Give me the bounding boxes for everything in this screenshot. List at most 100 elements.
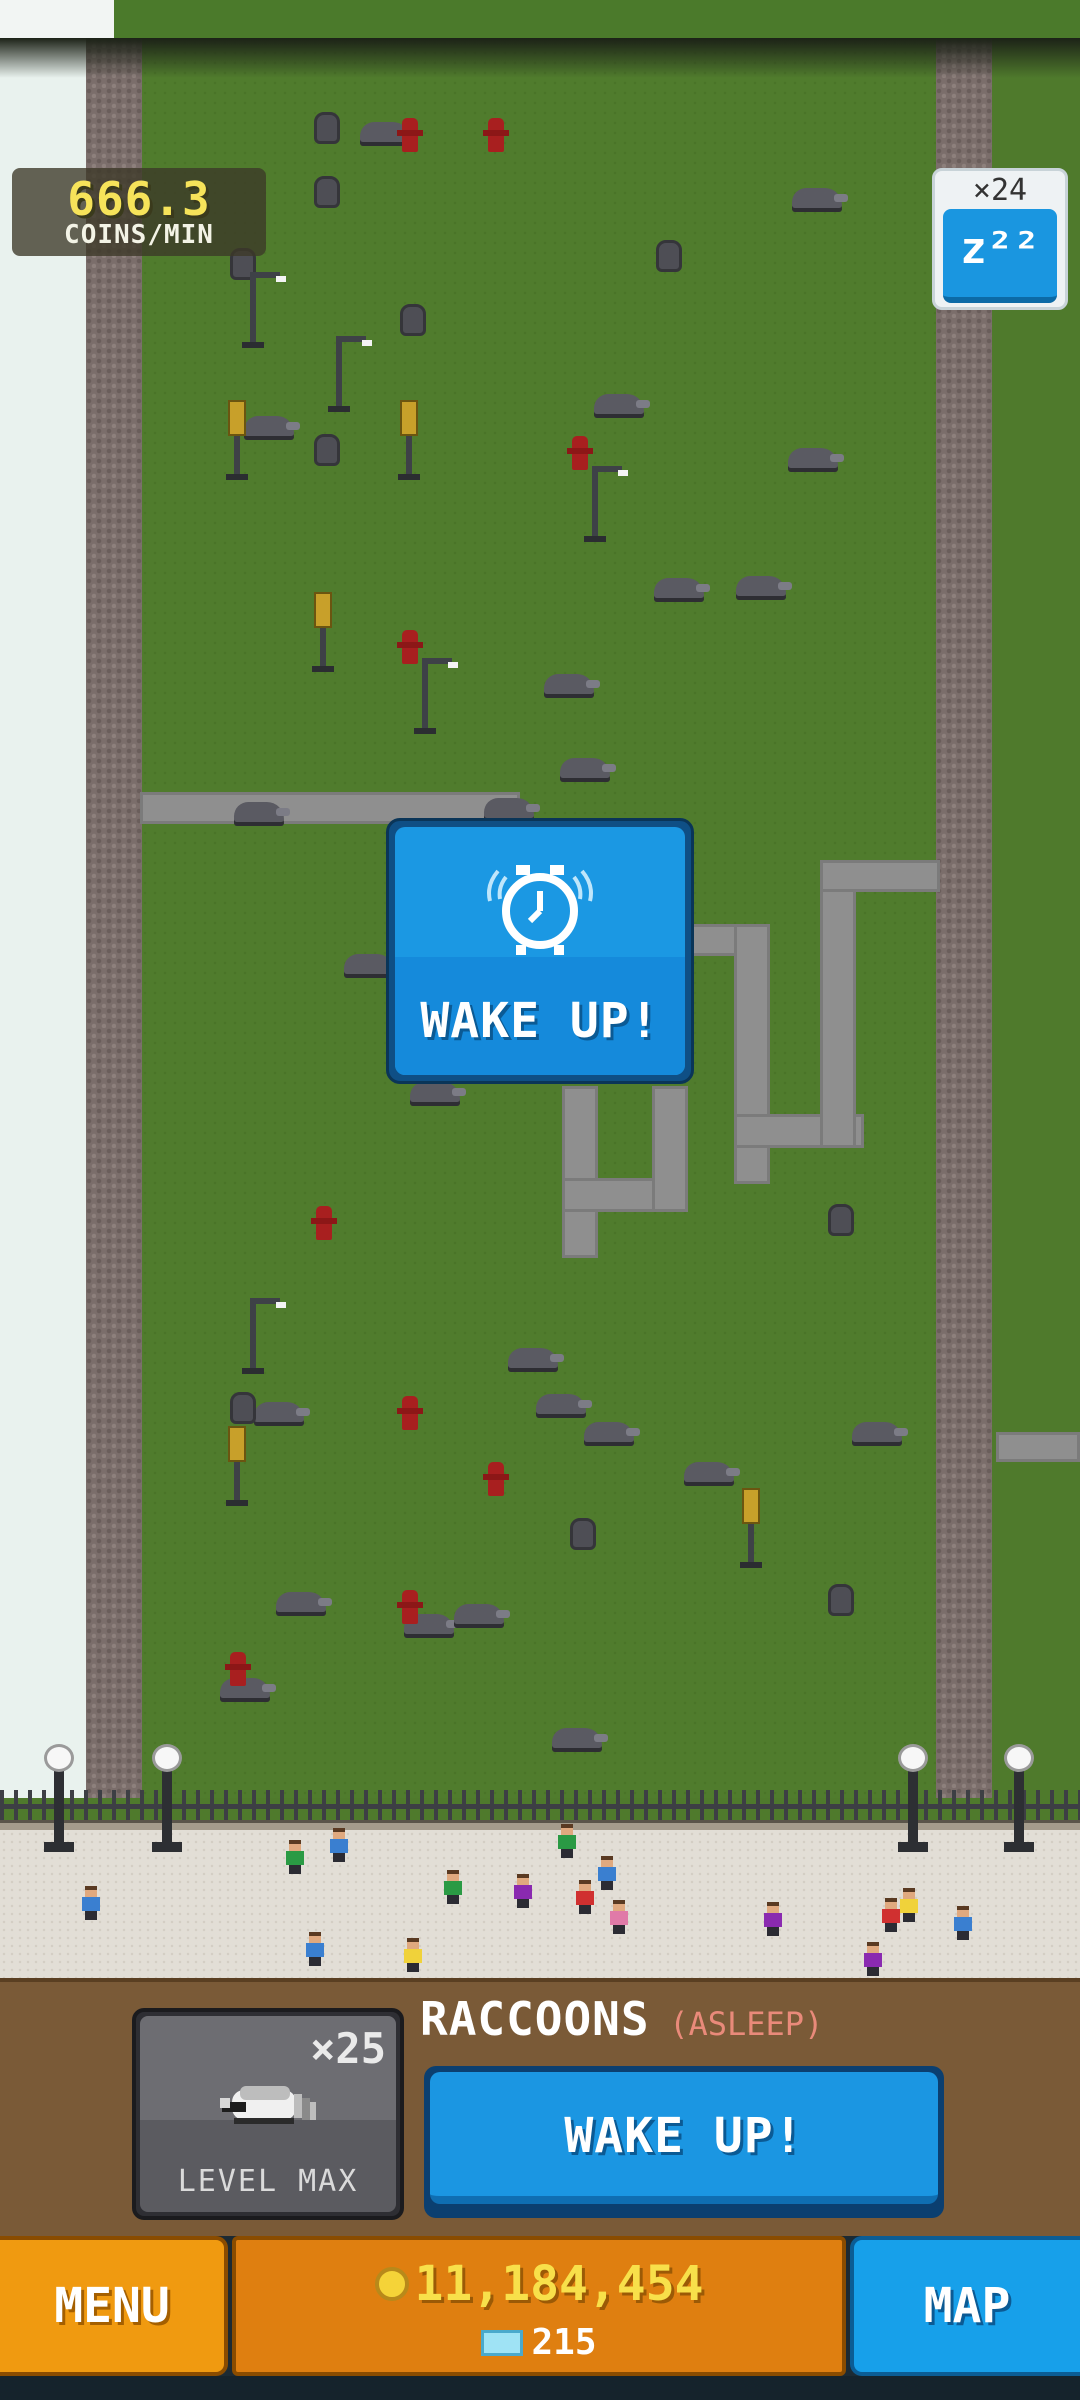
traffic-light [740, 1488, 762, 1568]
raccoon-sprite[interactable] [584, 1422, 640, 1442]
raccoon-sprite[interactable] [276, 1592, 332, 1612]
sidewalk [0, 1830, 1080, 1978]
raccoon-sprite[interactable] [654, 578, 710, 598]
traffic-light [398, 400, 420, 480]
raccoon-sprite[interactable] [410, 1082, 466, 1102]
map-button[interactable]: MAP [850, 2236, 1080, 2376]
pedestrian [306, 1932, 324, 1966]
pedestrian [598, 1856, 616, 1890]
raccoon-sprite[interactable] [684, 1462, 740, 1482]
sleeping-count: ×24 [972, 173, 1028, 208]
street-lamp [898, 1744, 928, 1852]
raccoon-sprite[interactable] [788, 448, 844, 468]
sleeping-animals-badge[interactable]: ×24 z²² [932, 168, 1068, 310]
pedestrian [882, 1898, 900, 1932]
pedestrian [444, 1870, 462, 1904]
animal-name: RACCOONS [420, 1992, 650, 2046]
lamp-post [242, 1298, 286, 1374]
trash-can [314, 176, 340, 208]
gems-value: 215 [531, 2322, 597, 2363]
pedestrian [558, 1824, 576, 1858]
traffic-light [312, 592, 334, 672]
traffic-light [226, 1426, 248, 1506]
park-path [996, 1432, 1080, 1462]
raccoon-sprite[interactable] [454, 1604, 510, 1624]
stone-wall-left [86, 38, 142, 1798]
alarm-clock-icon [487, 865, 593, 955]
lamp-post [584, 466, 628, 542]
raccoon-sprite[interactable] [508, 1348, 564, 1368]
pedestrian [864, 1942, 882, 1976]
trash-can [656, 240, 682, 272]
menu-button[interactable]: MENU [0, 2236, 228, 2376]
animal-card[interactable]: ×25 LEVEL MAX [132, 2008, 404, 2220]
raccoon-sprite[interactable] [852, 1422, 908, 1442]
map-button-label: MAP [923, 2278, 1011, 2334]
raccoon-sprite[interactable] [736, 576, 792, 596]
coins-per-min-label: COINS/MIN [64, 220, 214, 250]
pedestrian [514, 1874, 532, 1908]
fire-hydrant [397, 118, 423, 152]
park-path [820, 860, 856, 1148]
coins-value: 11,184,454 [414, 2256, 704, 2312]
menu-button-label: MENU [54, 2278, 170, 2334]
street-lamp [1004, 1744, 1034, 1852]
trash-can [400, 304, 426, 336]
raccoon-sprite[interactable] [594, 394, 650, 414]
fire-hydrant [483, 118, 509, 152]
fire-hydrant [397, 1396, 423, 1430]
raccoon-sprite[interactable] [552, 1728, 608, 1748]
fire-hydrant [225, 1652, 251, 1686]
lamp-post [328, 336, 372, 412]
trash-can [230, 1392, 256, 1424]
raccoon-sprite[interactable] [544, 674, 600, 694]
currency-display: 11,184,454 215 [232, 2236, 846, 2376]
pedestrian [82, 1886, 100, 1920]
raccoon-sprite[interactable] [254, 1402, 310, 1422]
raccoon-sprite[interactable] [244, 416, 300, 436]
pedestrian [764, 1902, 782, 1936]
sleep-button[interactable]: z²² [943, 209, 1057, 303]
raccoon-sprite[interactable] [560, 758, 616, 778]
wake-up-button-label: WAKE UP! [564, 2108, 804, 2164]
pedestrian [286, 1840, 304, 1874]
raccoon-sprite[interactable] [484, 798, 540, 818]
fire-hydrant [483, 1462, 509, 1496]
raccoon-sprite[interactable] [792, 188, 848, 208]
pedestrian [330, 1828, 348, 1862]
animal-title: RACCOONS (ASLEEP) [420, 1992, 823, 2048]
lamp-post [414, 658, 458, 734]
park-path [562, 1086, 598, 1258]
park-path [820, 860, 940, 892]
fire-hydrant [567, 436, 593, 470]
pedestrian [610, 1900, 628, 1934]
street-lamp [44, 1744, 74, 1852]
gems-line: 215 [236, 2322, 842, 2363]
wake-up-button[interactable]: WAKE UP! [424, 2066, 944, 2218]
raccoon-icon [220, 2086, 316, 2124]
fire-hydrant [397, 1590, 423, 1624]
raccoon-sprite[interactable] [536, 1394, 592, 1414]
snow-area [0, 38, 90, 1798]
animal-status: (ASLEEP) [669, 2005, 824, 2043]
zzz-icon: z²² [960, 223, 1040, 274]
trash-can [828, 1204, 854, 1236]
level-label: LEVEL MAX [177, 2164, 359, 2199]
pedestrian [576, 1880, 594, 1914]
animal-panel: ×25 LEVEL MAX RACCOONS (ASLEEP) WAKE UP! [0, 1978, 1080, 2236]
coin-icon [374, 2267, 409, 2301]
park-path [652, 1086, 688, 1212]
raccoon-sprite[interactable] [234, 802, 290, 822]
trash-can [314, 434, 340, 466]
street-lamp [152, 1744, 182, 1852]
pedestrian [954, 1906, 972, 1940]
traffic-light [226, 400, 248, 480]
pedestrian [404, 1938, 422, 1972]
pedestrian [900, 1888, 918, 1922]
wake-up-popup-label: WAKE UP! [420, 993, 660, 1049]
gem-icon [481, 2329, 524, 2356]
wake-up-popup-button[interactable]: WAKE UP! [386, 818, 694, 1084]
coins-per-min-value: 666.3 [67, 172, 211, 226]
fire-hydrant [311, 1206, 337, 1240]
bottom-bar: MENU 11,184,454 215 MAP [0, 2236, 1080, 2400]
